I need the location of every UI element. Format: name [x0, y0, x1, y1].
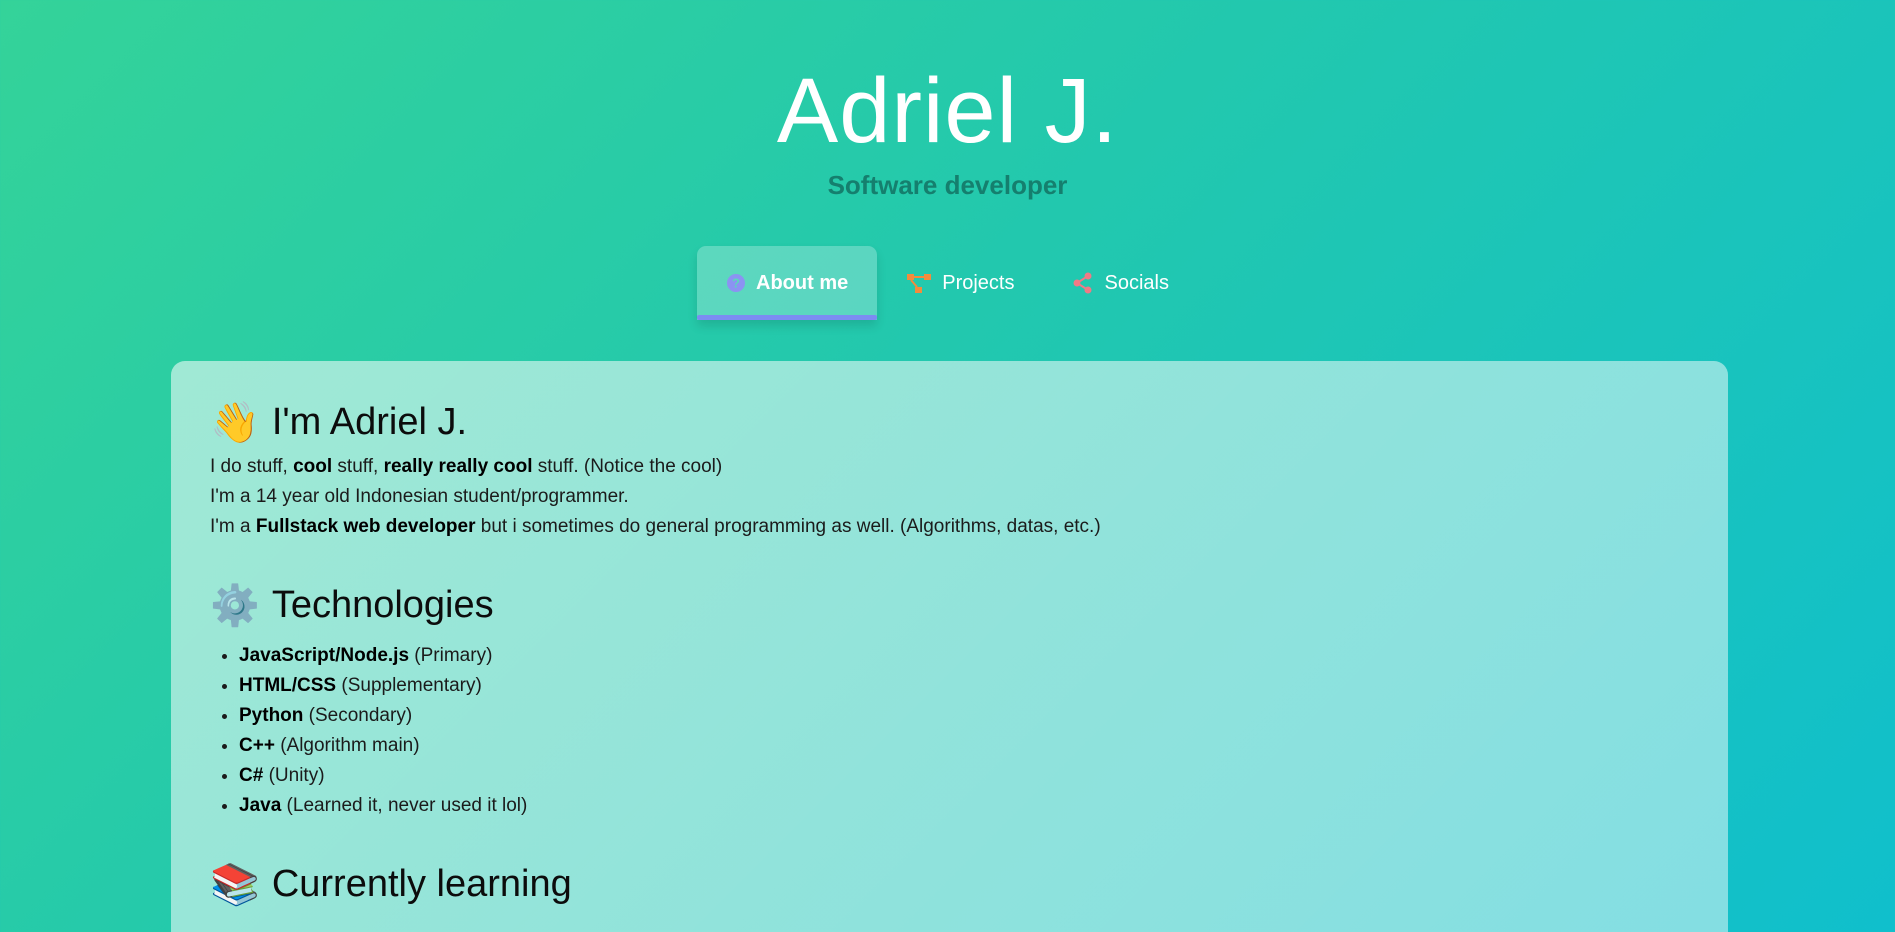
books-icon: 📚 — [210, 862, 260, 907]
content-card: 👋 I'm Adriel J. I do stuff, cool stuff, … — [171, 361, 1728, 932]
list-item: C++ (Algorithm main) — [239, 731, 1689, 761]
learning-heading: 📚 Currently learning — [210, 863, 1689, 906]
waving-hand-icon: 👋 — [210, 400, 260, 445]
site-title: Adriel J. — [776, 60, 1119, 162]
gear-icon: ⚙️ — [210, 583, 260, 628]
tab-socials[interactable]: Socials — [1043, 246, 1197, 320]
about-title: I'm Adriel J. — [271, 401, 468, 443]
about-line-2: I'm a 14 year old Indonesian student/pro… — [210, 486, 629, 507]
tab-about-me[interactable]: ? About me — [697, 246, 878, 320]
tab-projects[interactable]: Projects — [877, 246, 1043, 320]
page-header: Adriel J. Software developer — [0, 56, 1895, 201]
technologies-list: JavaScript/Node.js (Primary) HTML/CSS (S… — [210, 641, 1689, 821]
about-line-3: I'm a Fullstack web developer but i some… — [210, 516, 1101, 537]
tab-label: Socials — [1104, 271, 1169, 294]
technologies-section: ⚙️ Technologies JavaScript/Node.js (Prim… — [210, 584, 1689, 821]
about-text: I do stuff, cool stuff, really really co… — [210, 452, 1689, 542]
list-item: C# (Unity) — [239, 761, 1689, 791]
question-circle-icon: ? — [726, 273, 746, 293]
about-line-1: I do stuff, cool stuff, really really co… — [210, 456, 723, 477]
tab-bar: ? About me Projects Socials — [0, 246, 1895, 320]
svg-text:?: ? — [732, 276, 740, 291]
learning-title: Currently learning — [271, 863, 572, 905]
tab-label: About me — [756, 271, 849, 294]
list-item: HTML/CSS (Supplementary) — [239, 671, 1689, 701]
list-item: JavaScript/Node.js (Primary) — [239, 641, 1689, 671]
about-heading: 👋 I'm Adriel J. — [210, 401, 1689, 444]
project-tree-icon — [906, 272, 932, 294]
list-item: Python (Secondary) — [239, 701, 1689, 731]
list-item: Java (Learned it, never used it lol) — [239, 791, 1689, 821]
share-icon — [1072, 272, 1094, 294]
technologies-heading: ⚙️ Technologies — [210, 584, 1689, 627]
tab-label: Projects — [942, 271, 1015, 294]
technologies-title: Technologies — [271, 584, 494, 626]
about-section: 👋 I'm Adriel J. I do stuff, cool stuff, … — [210, 401, 1689, 542]
learning-section: 📚 Currently learning — [210, 863, 1689, 906]
site-subtitle: Software developer — [827, 170, 1068, 200]
